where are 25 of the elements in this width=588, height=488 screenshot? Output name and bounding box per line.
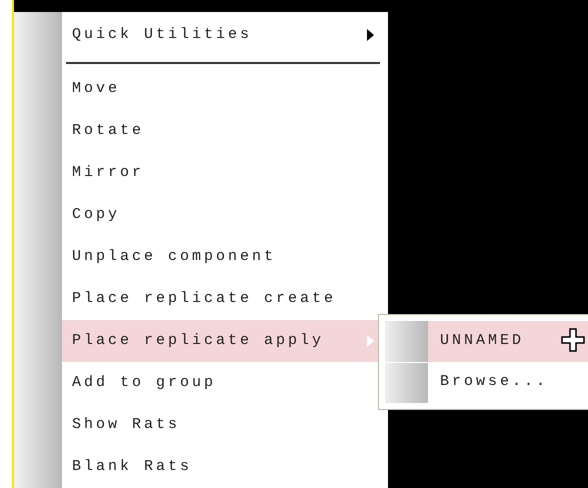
menu-item-label: Copy	[72, 204, 120, 225]
menu-item-label: Unplace component	[72, 246, 276, 267]
menu-item-label: Mirror	[72, 162, 144, 183]
menu-item[interactable]: Place replicate create	[62, 278, 388, 320]
submenu-item[interactable]: UNNAMED	[428, 321, 588, 362]
menu-item-label: Quick Utilities	[72, 24, 252, 45]
crosshair-cursor-icon	[561, 328, 585, 352]
submenu-item[interactable]: Browse...	[428, 362, 588, 403]
menu-item[interactable]: Quick Utilities	[62, 12, 388, 58]
menu-item[interactable]: Mirror	[62, 152, 388, 194]
menu-item-label: Rotate	[72, 120, 144, 141]
menu-item-label: Move	[72, 78, 120, 99]
menu-item-label: Add to group	[72, 372, 216, 393]
menu-item-label: Show Rats	[72, 414, 180, 435]
menu-item[interactable]: Blank Rats	[62, 446, 388, 488]
submenu-gutter	[385, 321, 428, 362]
menu-item-label: Place replicate apply	[72, 330, 324, 351]
menu-item[interactable]: Unplace component	[62, 236, 388, 278]
menu-item[interactable]: Rotate	[62, 110, 388, 152]
menu-item[interactable]: Copy	[62, 194, 388, 236]
submenu-gutter	[385, 362, 428, 403]
menu-item-label: Place replicate create	[72, 288, 336, 309]
menu-item[interactable]: Move	[62, 68, 388, 110]
menu-item-label: Blank Rats	[72, 456, 192, 477]
menu-item[interactable]: Show Rats	[62, 404, 388, 446]
